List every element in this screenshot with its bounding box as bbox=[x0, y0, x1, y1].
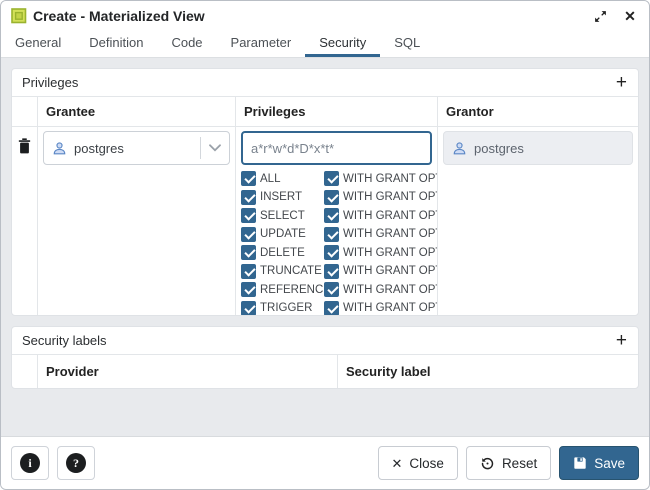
titlebar: Create - Materialized View ✕ bbox=[1, 1, 649, 31]
tab[interactable]: Security bbox=[305, 31, 380, 57]
reset-button[interactable]: Reset bbox=[466, 446, 551, 480]
info-button[interactable]: i bbox=[11, 446, 49, 480]
privilege-label: TRUNCATE bbox=[260, 265, 324, 277]
grantee-column-header: Grantee bbox=[38, 97, 236, 126]
grant-option-checkbox[interactable] bbox=[324, 208, 339, 223]
grantee-value: postgres bbox=[74, 141, 124, 156]
privilege-option-row: DELETE WITH GRANT OPTION bbox=[241, 245, 432, 260]
grantor-field: postgres bbox=[443, 131, 633, 165]
grant-option-checkbox[interactable] bbox=[324, 171, 339, 186]
privilege-checkbox[interactable] bbox=[241, 264, 256, 279]
close-x-icon: ✕ bbox=[392, 457, 403, 470]
grant-option-checkbox[interactable] bbox=[324, 190, 339, 205]
materialized-view-icon bbox=[11, 8, 27, 24]
close-icon[interactable]: ✕ bbox=[623, 9, 637, 23]
info-icon: i bbox=[20, 453, 40, 473]
privilege-label: SELECT bbox=[260, 210, 324, 222]
tab[interactable]: General bbox=[1, 31, 75, 57]
privileges-section: Privileges + Grantee Privileges Grantor bbox=[11, 68, 639, 316]
create-materialized-view-dialog: Create - Materialized View ✕ General Def… bbox=[0, 0, 650, 490]
grantor-column-header: Grantor bbox=[438, 97, 638, 126]
security-labels-action-column bbox=[12, 355, 38, 388]
grant-option-label: WITH GRANT OPTION bbox=[343, 191, 438, 203]
security-labels-table-header: Provider Security label bbox=[12, 355, 638, 388]
privilege-checkbox[interactable] bbox=[241, 301, 256, 316]
privileges-table-row: postgres bbox=[12, 127, 638, 315]
privilege-option-row: TRUNCATE WITH GRANT OPTION bbox=[241, 264, 432, 279]
privilege-option-row: REFERENCES WITH GRANT OPTION bbox=[241, 282, 432, 297]
tab[interactable]: SQL bbox=[380, 31, 434, 57]
security-labels-section-title: Security labels bbox=[22, 333, 107, 348]
privilege-label: ALL bbox=[260, 173, 324, 185]
select-separator bbox=[200, 137, 201, 159]
privileges-input[interactable] bbox=[241, 131, 432, 165]
privileges-action-column bbox=[12, 97, 38, 126]
privileges-section-title: Privileges bbox=[22, 75, 78, 90]
grant-option-label: WITH GRANT OPTION bbox=[343, 173, 438, 185]
tab[interactable]: Parameter bbox=[217, 31, 306, 57]
provider-column-header: Provider bbox=[38, 355, 338, 388]
privilege-checkbox[interactable] bbox=[241, 245, 256, 260]
close-button[interactable]: ✕ Close bbox=[378, 446, 458, 480]
tab-bar: General Definition Code Parameter Securi… bbox=[1, 31, 649, 58]
chevron-down-icon bbox=[209, 144, 221, 152]
grant-option-label: WITH GRANT OPTION bbox=[343, 265, 438, 277]
grant-option-checkbox[interactable] bbox=[324, 301, 339, 316]
privilege-checkbox[interactable] bbox=[241, 190, 256, 205]
privilege-label: UPDATE bbox=[260, 228, 324, 240]
grantor-value: postgres bbox=[474, 141, 524, 156]
grant-option-label: WITH GRANT OPTION bbox=[343, 284, 438, 296]
privileges-checklist: ALL WITH GRANT OPTION INSERT WITH GRANT … bbox=[241, 171, 432, 315]
privilege-checkbox[interactable] bbox=[241, 227, 256, 242]
privilege-option-row: SELECT WITH GRANT OPTION bbox=[241, 208, 432, 223]
grant-option-label: WITH GRANT OPTION bbox=[343, 210, 438, 222]
privilege-option-row: ALL WITH GRANT OPTION bbox=[241, 171, 432, 186]
grant-option-checkbox[interactable] bbox=[324, 264, 339, 279]
privilege-label: TRIGGER bbox=[260, 302, 324, 314]
save-button[interactable]: Save bbox=[559, 446, 639, 480]
help-icon: ? bbox=[66, 453, 86, 473]
delete-row-icon[interactable] bbox=[18, 138, 31, 311]
grant-option-label: WITH GRANT OPTION bbox=[343, 247, 438, 259]
privilege-label: INSERT bbox=[260, 191, 324, 203]
tab[interactable]: Code bbox=[157, 31, 216, 57]
user-icon bbox=[52, 141, 67, 156]
grantee-select[interactable]: postgres bbox=[43, 131, 230, 165]
add-security-label-button[interactable]: + bbox=[613, 331, 630, 350]
reset-icon bbox=[480, 456, 495, 471]
security-labels-section: Security labels + Provider Security labe… bbox=[11, 326, 639, 389]
privilege-option-row: TRIGGER WITH GRANT OPTION bbox=[241, 301, 432, 316]
tab[interactable]: Definition bbox=[75, 31, 157, 57]
privilege-checkbox[interactable] bbox=[241, 208, 256, 223]
dialog-title: Create - Materialized View bbox=[33, 8, 205, 24]
privilege-option-row: UPDATE WITH GRANT OPTION bbox=[241, 227, 432, 242]
user-icon bbox=[452, 141, 467, 156]
dialog-content: Privileges + Grantee Privileges Grantor bbox=[1, 58, 649, 436]
privileges-table-header: Grantee Privileges Grantor bbox=[12, 97, 638, 127]
grant-option-checkbox[interactable] bbox=[324, 227, 339, 242]
privilege-label: DELETE bbox=[260, 247, 324, 259]
dialog-footer: i ? ✕ Close Reset bbox=[1, 436, 649, 489]
grant-option-label: WITH GRANT OPTION bbox=[343, 228, 438, 240]
save-icon bbox=[573, 456, 587, 470]
grant-option-checkbox[interactable] bbox=[324, 245, 339, 260]
maximize-icon[interactable] bbox=[593, 9, 607, 23]
security-labels-section-header: Security labels + bbox=[12, 327, 638, 355]
grant-option-checkbox[interactable] bbox=[324, 282, 339, 297]
privileges-column-header: Privileges bbox=[236, 97, 438, 126]
privilege-label: REFERENCES bbox=[260, 284, 324, 296]
privilege-checkbox[interactable] bbox=[241, 282, 256, 297]
help-button[interactable]: ? bbox=[57, 446, 95, 480]
privileges-section-header: Privileges + bbox=[12, 69, 638, 97]
add-privilege-button[interactable]: + bbox=[613, 73, 630, 92]
privilege-checkbox[interactable] bbox=[241, 171, 256, 186]
grant-option-label: WITH GRANT OPTION bbox=[343, 302, 438, 314]
privilege-option-row: INSERT WITH GRANT OPTION bbox=[241, 190, 432, 205]
security-label-column-header: Security label bbox=[338, 355, 638, 388]
